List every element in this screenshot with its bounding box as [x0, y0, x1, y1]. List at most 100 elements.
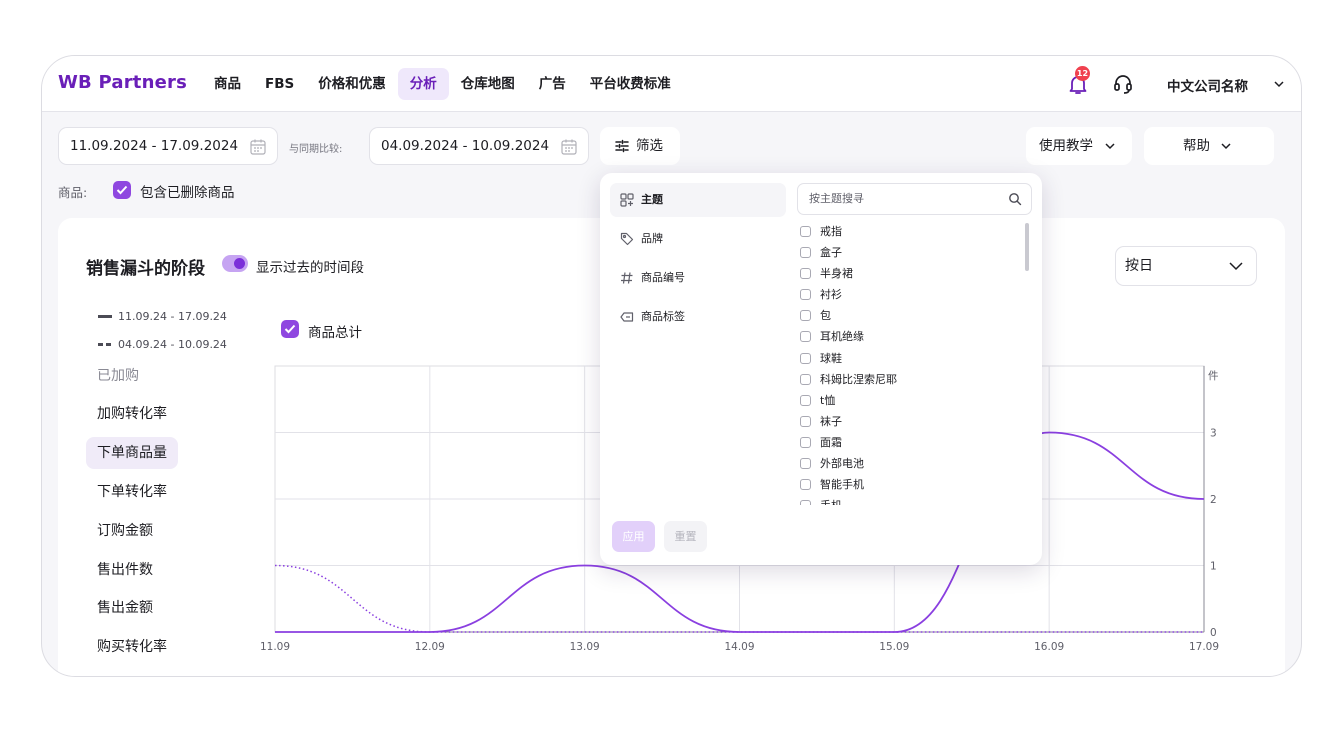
- subject-list-item[interactable]: t恤: [797, 390, 1025, 411]
- subject-list-item[interactable]: 面霜: [797, 432, 1025, 453]
- subject-label: 面霜: [820, 435, 842, 449]
- subject-checkbox[interactable]: [800, 226, 811, 237]
- y-tick-label: 1: [1210, 561, 1217, 573]
- company-name[interactable]: 中文公司名称: [1167, 75, 1248, 95]
- app-window: WB Partners 商品 FBS 价格和优惠 分析 仓库地图 广告 平台收费…: [41, 55, 1302, 677]
- nav-item-prices[interactable]: 价格和优惠: [306, 68, 398, 100]
- compare-date-input[interactable]: 04.09.2024 - 10.09.2024: [369, 127, 589, 165]
- subject-list-item[interactable]: 科姆比涅索尼耶: [797, 369, 1025, 390]
- y-tick-label: 0: [1210, 627, 1217, 639]
- subject-checkbox[interactable]: [800, 394, 811, 406]
- subject-search-input[interactable]: 按主题搜寻: [797, 183, 1032, 215]
- nav-item-ads[interactable]: 广告: [527, 68, 578, 100]
- subject-checkbox[interactable]: [800, 458, 811, 470]
- tutorial-label: 使用教学: [1039, 138, 1093, 154]
- headset-icon[interactable]: [1111, 72, 1135, 96]
- filter-label: 筛选: [636, 138, 663, 154]
- x-tick-label: 13.09: [570, 641, 600, 653]
- subject-list-item[interactable]: 半身裙: [797, 263, 1025, 284]
- subject-checkbox[interactable]: [800, 331, 811, 343]
- help-dropdown[interactable]: 帮助: [1144, 127, 1274, 165]
- filter-category-brand[interactable]: 品牌: [610, 222, 786, 256]
- filter-category-label: 主题: [641, 193, 663, 206]
- x-tick-label: 15.09: [879, 641, 909, 653]
- subject-label: 手机: [820, 499, 842, 505]
- subject-label: 戒指: [820, 225, 842, 238]
- subject-checkbox[interactable]: [800, 268, 811, 280]
- subject-list-item[interactable]: 外部电池: [797, 453, 1025, 474]
- subject-label: t恤: [820, 393, 836, 407]
- sliders-icon: [615, 139, 629, 153]
- subject-list-item[interactable]: 智能手机: [797, 474, 1025, 495]
- nav-item-products[interactable]: 商品: [202, 68, 253, 100]
- y-axis-unit: 件: [1208, 370, 1219, 382]
- help-label: 帮助: [1183, 138, 1210, 154]
- subject-label: 耳机绝缘: [820, 330, 864, 344]
- subject-label: 智能手机: [820, 478, 864, 492]
- subject-checkbox[interactable]: [800, 247, 811, 259]
- x-tick-label: 17.09: [1189, 641, 1219, 653]
- subject-list-item[interactable]: 衬衫: [797, 284, 1025, 305]
- compare-label: 与同期比较:: [289, 144, 343, 155]
- subject-checkbox[interactable]: [800, 415, 811, 427]
- filter-button[interactable]: 筛选: [600, 127, 680, 165]
- subject-checkbox[interactable]: [800, 373, 811, 385]
- subject-checkbox[interactable]: [800, 289, 811, 301]
- filter-popover: 主题 品牌 商品编号 商品标签 按主题搜寻 戒指 盒子 半身裙 衬衫包耳机绝缘 …: [600, 173, 1042, 565]
- search-icon[interactable]: [1008, 192, 1022, 206]
- subject-label: 球鞋: [820, 351, 842, 365]
- subject-checkbox[interactable]: [800, 500, 811, 505]
- hash-icon: [621, 272, 633, 284]
- subject-checkbox[interactable]: [800, 310, 811, 322]
- subject-list-item[interactable]: 戒指: [797, 221, 1025, 242]
- calendar-icon[interactable]: [560, 138, 578, 156]
- tag-icon: [620, 232, 634, 246]
- period-date-input[interactable]: 11.09.2024 - 17.09.2024: [58, 127, 278, 165]
- chevron-down-icon: [1105, 143, 1115, 150]
- subject-list-item[interactable]: 盒子: [797, 242, 1025, 263]
- nav-item-fees[interactable]: 平台收费标准: [578, 68, 683, 100]
- chevron-down-icon: [1221, 143, 1231, 150]
- nav-item-fbs[interactable]: FBS: [253, 68, 306, 100]
- subject-label: 衬衫: [820, 288, 842, 302]
- calendar-icon[interactable]: [249, 138, 267, 156]
- include-deleted-checkbox[interactable]: [113, 181, 131, 199]
- brand-logo[interactable]: WB Partners: [58, 72, 187, 93]
- x-tick-label: 12.09: [415, 641, 445, 653]
- subject-list-item[interactable]: 耳机绝缘: [797, 326, 1025, 347]
- x-tick-label: 16.09: [1034, 641, 1064, 653]
- include-deleted-label: 包含已删除商品: [140, 185, 235, 201]
- tutorial-dropdown[interactable]: 使用教学: [1026, 127, 1132, 165]
- period-value: 11.09.2024 - 17.09.2024: [70, 138, 239, 154]
- nav-item-warehouse-map[interactable]: 仓库地图: [449, 68, 527, 100]
- filter-category-label-tag[interactable]: 商品标签: [610, 300, 786, 334]
- y-tick-label: 3: [1210, 428, 1217, 440]
- subject-list-item[interactable]: 手机: [797, 495, 1025, 505]
- filter-category-subject[interactable]: 主题: [610, 183, 786, 217]
- subject-checkbox[interactable]: [800, 436, 811, 448]
- reset-button[interactable]: 重置: [664, 521, 707, 552]
- chevron-down-icon[interactable]: [1273, 78, 1285, 90]
- subject-label: 外部电池: [820, 457, 864, 471]
- subject-label: 半身裙: [820, 267, 853, 281]
- label-icon: [620, 312, 634, 322]
- filter-category-sku[interactable]: 商品编号: [610, 261, 786, 295]
- search-placeholder: 按主题搜寻: [809, 192, 864, 205]
- x-tick-label: 14.09: [724, 641, 754, 653]
- subject-list-item[interactable]: 球鞋: [797, 348, 1025, 369]
- subject-list-item[interactable]: 袜子: [797, 411, 1025, 432]
- subject-list-item[interactable]: 包: [797, 305, 1025, 326]
- subject-label: 包: [820, 309, 831, 323]
- filter-category-label: 商品编号: [641, 271, 685, 284]
- subject-label: 盒子: [820, 246, 842, 260]
- subject-checkbox[interactable]: [800, 479, 811, 491]
- list-scrollbar[interactable]: [1025, 223, 1029, 271]
- top-navigation-bar: WB Partners 商品 FBS 价格和优惠 分析 仓库地图 广告 平台收费…: [42, 56, 1301, 112]
- subject-list: 戒指盒子半身裙衬衫包耳机绝缘球鞋科姆比涅索尼耶 t恤袜子面霜外部电池智能手机手机: [797, 221, 1025, 505]
- nav-item-analytics[interactable]: 分析: [397, 68, 449, 100]
- grid-icon: [620, 193, 634, 207]
- apply-button[interactable]: 应用: [612, 521, 655, 552]
- subject-checkbox[interactable]: [800, 352, 811, 364]
- filter-category-label: 商品标签: [641, 310, 685, 323]
- subject-label: 袜子: [820, 414, 842, 428]
